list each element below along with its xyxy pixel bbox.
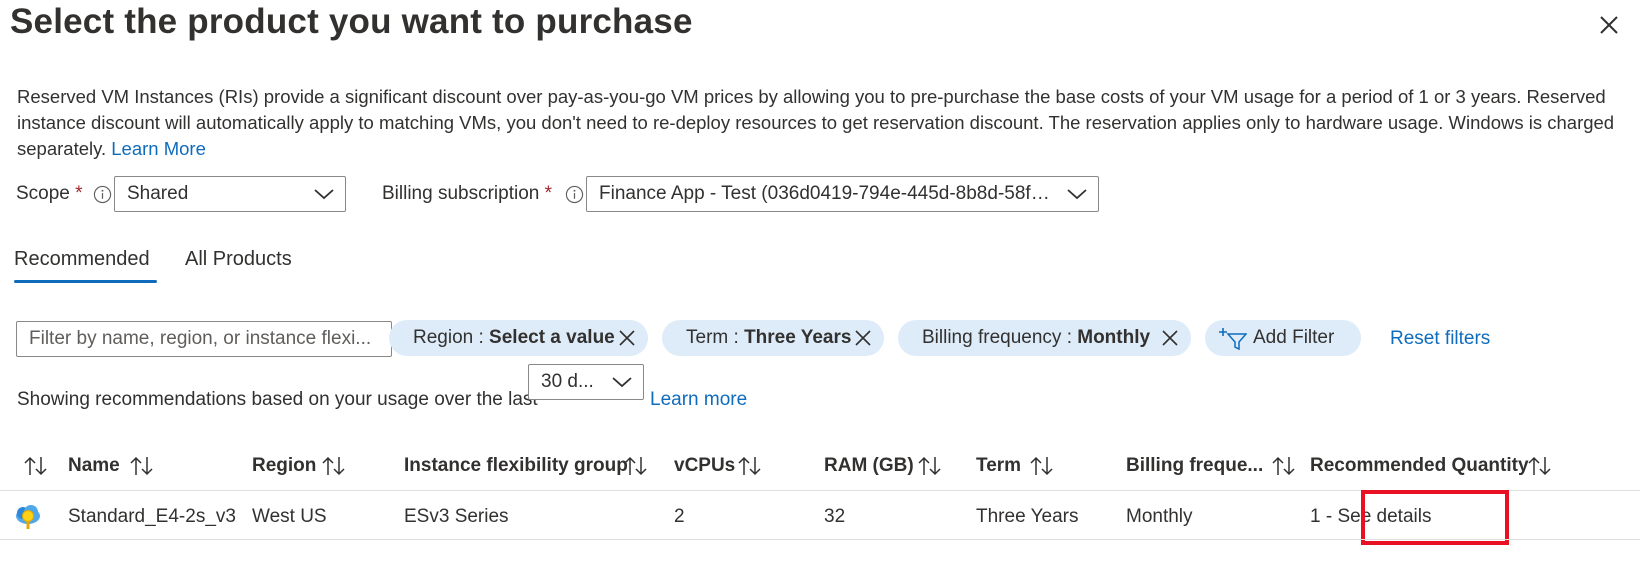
sort-icon[interactable] [918,455,942,477]
filter-input[interactable] [16,321,392,357]
remove-filter-icon[interactable] [1161,329,1179,347]
billing-subscription-label: Billing subscription * [382,183,553,204]
close-button[interactable] [1594,10,1624,40]
info-icon[interactable] [93,185,112,204]
table-row-divider [0,539,1640,540]
active-tab-indicator [14,280,157,283]
chevron-down-icon [314,189,334,200]
column-header-name[interactable]: Name [68,455,120,477]
highlight-box [1361,490,1509,545]
cell-name: Standard_E4-2s_v3 [68,506,236,527]
sort-icon[interactable] [130,455,154,477]
sort-icon[interactable] [738,455,762,477]
info-icon[interactable] [565,185,584,204]
column-header-region[interactable]: Region [252,455,316,477]
usage-period-dropdown[interactable]: 30 d... [528,364,644,400]
tab-recommended[interactable]: Recommended [14,248,150,271]
scope-dropdown[interactable]: Shared [114,176,346,212]
required-mark: * [544,183,553,204]
scope-label: Scope * [16,183,83,204]
column-header-billing-frequency[interactable]: Billing freque... [1126,455,1263,477]
cell-region: West US [252,506,327,527]
cell-group: ESv3 Series [404,506,509,527]
reset-filters-link[interactable]: Reset filters [1390,328,1490,350]
page-title: Select the product you want to purchase [10,2,693,41]
remove-filter-icon[interactable] [618,329,636,347]
learn-more-link[interactable]: Learn More [111,138,206,159]
filter-pill-term[interactable]: Term : Three Years [662,320,884,356]
cell-vcpus: 2 [674,506,685,527]
learn-more-link[interactable]: Learn more [650,389,747,411]
description-text: Reserved VM Instances (RIs) provide a si… [17,86,1615,159]
usage-text: Showing recommendations based on your us… [17,389,538,410]
sort-icon[interactable] [24,455,48,477]
sort-icon[interactable] [1030,455,1054,477]
close-icon[interactable] [1594,10,1624,40]
column-header-term[interactable]: Term [976,455,1021,477]
remove-filter-icon[interactable] [854,329,872,347]
vm-reservation-icon [16,505,40,529]
sort-icon[interactable] [624,455,648,477]
sort-icon[interactable] [1272,455,1296,477]
description: Reserved VM Instances (RIs) provide a si… [17,84,1627,162]
billing-subscription-dropdown[interactable]: Finance App - Test (036d0419-794e-445d-8… [586,176,1099,212]
cell-billing: Monthly [1126,506,1193,527]
required-mark: * [75,183,83,204]
column-header-instance-flexibility-group[interactable]: Instance flexibility group [404,455,628,477]
column-header-vcpus[interactable]: vCPUs [674,455,735,477]
cell-term: Three Years [976,506,1079,527]
filter-pill-billing-frequency[interactable]: Billing frequency : Monthly [898,320,1191,356]
sort-icon[interactable] [1528,455,1552,477]
cell-ram: 32 [824,506,846,527]
column-header-recommended-quantity[interactable]: Recommended Quantity [1310,455,1529,477]
add-filter-icon [1219,328,1247,351]
tab-all-products[interactable]: All Products [185,248,292,271]
chevron-down-icon [612,377,632,388]
column-header-ram[interactable]: RAM (GB) [824,455,914,477]
chevron-down-icon [1067,189,1087,200]
add-filter-button[interactable]: Add Filter [1205,320,1361,356]
filter-pill-region[interactable]: Region : Select a value [389,320,648,356]
sort-icon[interactable] [322,455,346,477]
